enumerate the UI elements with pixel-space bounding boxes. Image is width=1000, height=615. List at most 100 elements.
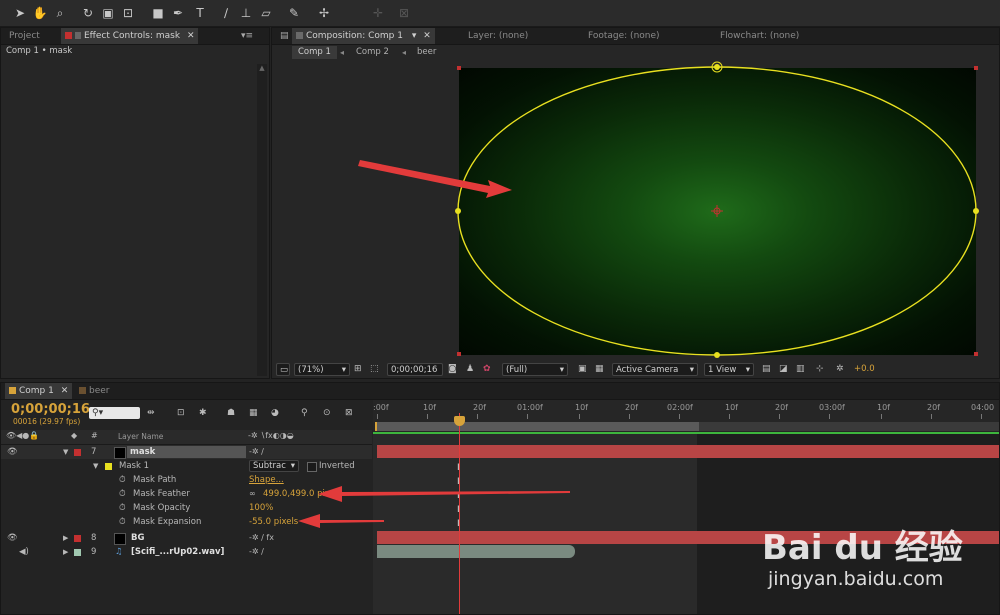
motion-blur-icon[interactable]: ◕ (271, 408, 279, 418)
always-preview-icon[interactable]: ▭ (276, 363, 290, 376)
crumb-comp2[interactable]: Comp 2 (356, 46, 389, 59)
timeline-icon[interactable]: ▥ (796, 364, 805, 374)
tab-composition[interactable]: Composition: Comp 1 ▾ ✕ (292, 28, 435, 44)
work-area-bar[interactable] (375, 422, 701, 431)
view-layout-dropdown[interactable]: 1 View ▾ (704, 363, 754, 376)
zoom-tool-icon[interactable]: ⌕ (52, 5, 68, 21)
roto-brush-tool-icon[interactable]: ✎ (286, 5, 302, 21)
mask-vertex[interactable] (714, 64, 720, 70)
layer-row-bg[interactable]: 👁 ▶ 8 BG -✲ ∕ fx (1, 531, 372, 545)
mask-feather-value[interactable]: 499.0,499.0 pixels (263, 487, 342, 501)
stopwatch-icon[interactable]: ⏱ (119, 501, 126, 515)
stopwatch-icon[interactable]: ⏱ (119, 487, 126, 501)
mask-path-value[interactable]: Shape... (249, 473, 284, 487)
label-color[interactable] (74, 449, 81, 456)
twirl-closed-icon[interactable]: ▶ (63, 545, 68, 559)
stopwatch-icon[interactable]: ⏱ (119, 515, 126, 529)
layer-row-mask[interactable]: 👁 ▼ 7 mask -✲ ∕ (1, 445, 372, 459)
channel-icon[interactable]: ✿ (483, 364, 491, 374)
resolution-dropdown[interactable]: (Full) ▾ (502, 363, 568, 376)
constrain-link-icon[interactable]: ∞ (249, 487, 256, 501)
twirl-closed-icon[interactable]: ▶ (63, 531, 68, 545)
live-update-icon[interactable]: ⊡ (177, 408, 185, 418)
mask-expansion-value[interactable]: -55.0 pixels (249, 515, 298, 529)
close-icon[interactable]: ✕ (187, 31, 195, 41)
layer-name[interactable]: [Scifi_...rUp02.wav] (131, 545, 224, 559)
mask-property-row[interactable]: ⏱ Mask Feather ∞ 499.0,499.0 pixels (1, 487, 372, 501)
mask-property-row[interactable]: ⏱ Mask Expansion -55.0 pixels (1, 515, 372, 529)
transparency-grid-icon[interactable]: ▦ (595, 364, 604, 374)
layer-name[interactable]: mask (127, 446, 246, 458)
camera-dropdown[interactable]: Active Camera ▾ (612, 363, 698, 376)
layer-switches-icon[interactable]: -✲ ∕ fx (249, 531, 274, 545)
layer-handle[interactable] (457, 66, 461, 70)
layer-row-audio[interactable]: ◀) ▶ 9 ♫ [Scifi_...rUp02.wav] -✲ ∕ (1, 545, 372, 559)
tab-project[interactable]: Project (9, 28, 40, 44)
show-snapshot-icon[interactable]: ♟ (466, 364, 474, 374)
tab-timeline-comp1[interactable]: Comp 1 ✕ (5, 383, 73, 399)
mask-row[interactable]: ▼ Mask 1 Subtrac ▾ Inverted (1, 459, 372, 473)
selection-tool-icon[interactable]: ➤ (12, 5, 28, 21)
mask-color[interactable] (105, 463, 112, 470)
draft-3d-icon[interactable]: ✱ (199, 408, 207, 418)
mask-property-row[interactable]: ⏱ Mask Opacity 100% (1, 501, 372, 515)
twirl-open-icon[interactable]: ▼ (93, 459, 98, 473)
safe-zones-icon[interactable]: ⊞ (354, 364, 362, 374)
panel-lock-icon[interactable]: ▤ (280, 28, 289, 44)
stopwatch-icon[interactable]: ⏱ (119, 473, 126, 487)
label-color[interactable] (74, 535, 81, 542)
column-layer-name[interactable]: Layer Name (118, 432, 163, 441)
text-tool-icon[interactable]: T (192, 5, 208, 21)
tab-flowchart[interactable]: Flowchart: (none) (720, 28, 799, 44)
pen-tool-icon[interactable]: ✒ (170, 5, 186, 21)
layer-bar-audio[interactable] (377, 545, 575, 558)
time-ruler[interactable]: :00f 10f 20f 01:00f 10f 20f 02:00f 10f 2… (373, 400, 999, 432)
layer-bar-mask[interactable] (377, 445, 999, 458)
rectangle-tool-icon[interactable]: ■ (150, 5, 166, 21)
layer-handle[interactable] (974, 66, 978, 70)
tab-effect-controls[interactable]: Effect Controls: mask ✕ (61, 28, 199, 44)
panel-menu-icon[interactable]: ▾≡ (241, 28, 253, 44)
render-queue-icon[interactable]: ⊠ (345, 408, 353, 418)
mask-vertex[interactable] (714, 352, 720, 358)
puppet-tool-icon[interactable]: ✢ (316, 5, 332, 21)
layer-switches-icon[interactable]: -✲ ∕ (249, 445, 264, 459)
hand-tool-icon[interactable]: ✋ (32, 5, 48, 21)
anchor-point-icon[interactable] (711, 205, 723, 217)
mask-mode-dropdown[interactable]: Subtrac ▾ (249, 460, 299, 472)
camera-tool-icon[interactable]: ▣ (100, 5, 116, 21)
layer-switches-icon[interactable]: -✲ ∕ (249, 545, 264, 559)
mask-name[interactable]: Mask 1 (119, 459, 149, 473)
mask-visibility-icon[interactable]: ⬚ (370, 364, 379, 374)
visibility-icon[interactable]: 👁 (7, 445, 18, 459)
rotate-tool-icon[interactable]: ↻ (80, 5, 96, 21)
clone-stamp-tool-icon[interactable]: ⊥ (238, 5, 254, 21)
tab-footage[interactable]: Footage: (none) (588, 28, 660, 44)
crumb-comp1[interactable]: Comp 1 (292, 46, 337, 59)
pan-behind-tool-icon[interactable]: ⊡ (120, 5, 136, 21)
comp-mini-flowchart-icon[interactable]: ⇹ (147, 408, 155, 418)
flowchart-icon[interactable]: ⊹ (816, 364, 824, 374)
layer-handle[interactable] (457, 352, 461, 356)
graph-editor-icon[interactable]: ⊙ (323, 408, 331, 418)
audio-icon[interactable]: ◀) (19, 545, 29, 559)
exposure-value[interactable]: +0.0 (854, 364, 875, 374)
snapshot-icon[interactable]: ◙ (448, 364, 457, 374)
crumb-beer[interactable]: beer (417, 46, 436, 59)
eraser-tool-icon[interactable]: ▱ (258, 5, 274, 21)
region-of-interest-icon[interactable]: ▣ (578, 364, 587, 374)
current-time-display[interactable]: 0;00;00;16 (387, 363, 443, 376)
mask-property-row[interactable]: ⏱ Mask Path Shape... (1, 473, 372, 487)
scrollbar[interactable]: ▲ (257, 64, 267, 376)
layer-name[interactable]: BG (131, 531, 144, 545)
shy-layers-icon[interactable]: ☗ (227, 408, 235, 418)
visibility-icon[interactable]: 👁 (7, 531, 18, 545)
label-color[interactable] (74, 549, 81, 556)
layer-search-input[interactable]: ⚲▾ (89, 407, 140, 419)
fast-previews-icon[interactable]: ◪ (779, 364, 788, 374)
frame-blending-icon[interactable]: ▦ (249, 408, 258, 418)
zoom-dropdown[interactable]: (71%) ▾ (294, 363, 350, 376)
inverted-checkbox[interactable] (307, 462, 317, 472)
dropdown-arrow-icon[interactable]: ▾ (412, 31, 417, 41)
toggle-pixel-aspect-icon[interactable]: ▤ (762, 364, 771, 374)
